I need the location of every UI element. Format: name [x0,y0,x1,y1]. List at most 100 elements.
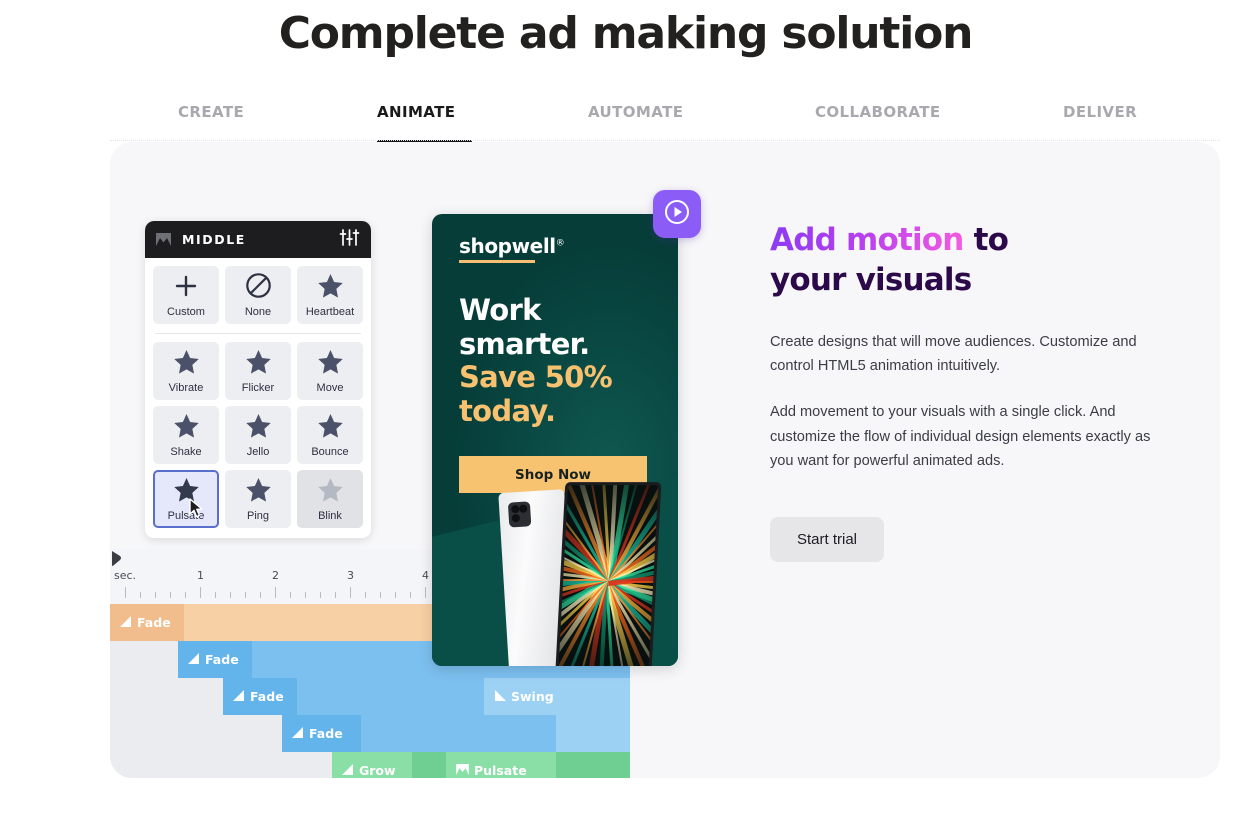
tablet-camera-module [507,501,532,528]
ad-headline-line-1: Work [459,293,541,327]
ruler-tick [260,592,261,598]
no-entry-icon [245,272,272,304]
fade-in-icon [292,726,304,741]
star-icon [317,349,344,380]
animation-option-jello[interactable]: Jello [225,406,291,464]
timeline-segment-body[interactable] [297,678,484,715]
animation-option-none[interactable]: None [225,266,291,324]
feature-copy: Add motion to your visuals Create design… [770,220,1170,563]
ruler-tick [170,592,171,598]
timeline-segment-fade[interactable]: Fade [282,715,361,752]
animation-option-bounce[interactable]: Bounce [297,406,363,464]
animation-option-vibrate[interactable]: Vibrate [153,342,219,400]
tab-automate[interactable]: automate [588,98,683,122]
ruler-tick [245,592,246,598]
animation-option-pulsate[interactable]: Pulsate [153,470,219,528]
pulsate-glyph-icon [156,233,171,246]
ruler-label-1: 1 [197,569,204,582]
mouse-cursor-icon [189,498,206,524]
panel-header: MIDDLE [145,221,371,258]
ruler-tick [230,592,231,598]
ruler-tick [425,587,426,598]
ruler-tick [320,592,321,598]
star-icon [173,413,200,444]
timeline-segment-body[interactable] [412,752,446,778]
timeline-track[interactable]: Fade [110,715,630,752]
feature-title-rest: to [963,222,1009,258]
timeline-segment-fade[interactable]: Fade [223,678,297,715]
timeline-segment-grow[interactable]: Grow [332,752,412,778]
tab-create[interactable]: create [178,98,244,122]
playhead-handle[interactable] [111,551,125,567]
ruler-tick [410,592,411,598]
ruler-tick [335,592,336,598]
feature-title: Add motion to your visuals [770,220,1170,301]
ad-creative-preview[interactable]: shopwell® Work smarter. Save 50% today. … [432,214,678,666]
fade-in-icon [188,652,200,667]
tablet-screen-artwork [557,485,659,666]
fade-in-icon [342,763,354,778]
timeline-segment-pulsate[interactable]: Pulsate [446,752,556,778]
tab-deliver[interactable]: deliver [1063,98,1137,122]
timeline-segment-body[interactable] [361,715,556,752]
ruler-label-2: 2 [272,569,279,582]
ad-headline-line-4: today. [459,393,556,428]
tab-divider [110,140,1220,141]
animation-option-flicker[interactable]: Flicker [225,342,291,400]
ruler-tick [350,587,351,598]
timeline-segment-label: Fade [250,689,284,704]
animation-option-heartbeat[interactable]: Heartbeat [297,266,363,324]
ad-brand-logo: shopwell® [459,234,565,258]
ruler-tick [275,587,276,598]
ruler-tick [185,592,186,598]
timeline-segment-fade[interactable]: Fade [110,604,184,641]
animation-option-ping[interactable]: Ping [225,470,291,528]
star-icon [317,477,344,508]
ruler-tick [290,592,291,598]
animation-option-label: Jello [246,445,270,458]
timeline-track[interactable]: Fade Swing [110,678,630,715]
timeline-segment-body[interactable] [556,715,630,752]
feature-title-accent: Add motion [770,222,964,258]
timeline-track[interactable]: Grow Pulsate [110,752,630,778]
animation-option-blink[interactable]: Blink [297,470,363,528]
feature-paragraph-1: Create designs that will move audiences.… [770,333,1137,374]
timeline-segment-fade[interactable]: Fade [178,641,252,678]
pulsate-glyph-icon [456,763,469,778]
panel-divider [155,333,361,334]
ruler-tick [395,592,396,598]
star-icon [317,413,344,444]
start-trial-button[interactable]: Start trial [770,517,885,563]
fade-out-icon [494,689,506,704]
animation-option-shake[interactable]: Shake [153,406,219,464]
animation-grid-primary: Custom None Heartbeat [153,266,363,324]
timeline-segment-body[interactable] [556,752,630,778]
timeline-segment-swing[interactable]: Swing [484,678,630,715]
ruler-tick [305,592,306,598]
play-circle-icon [663,198,691,231]
fade-in-icon [120,615,132,630]
animation-option-label: Vibrate [168,381,204,394]
ruler-tick [365,592,366,598]
animation-option-move[interactable]: Move [297,342,363,400]
ruler-tick [200,587,201,598]
star-icon [173,349,200,380]
ruler-tick [155,592,156,598]
star-icon [245,413,272,444]
panel-title: MIDDLE [182,232,246,247]
star-icon [245,477,272,508]
tab-animate[interactable]: animate [377,98,455,122]
animation-grid-list: Vibrate Flicker Move Shake Jello Bounce Pulsat… [153,342,363,528]
timeline-segment-label: Pulsate [474,763,527,778]
play-preview-button[interactable] [653,190,701,238]
page-title: Complete ad making solution [278,8,974,59]
animation-option-label: Blink [318,509,342,522]
ruler-label-3: 3 [347,569,354,582]
star-icon [317,273,344,304]
ruler-tick [125,587,126,598]
animation-option-label: Bounce [311,445,349,458]
tab-collaborate[interactable]: collaborate [815,98,941,122]
sliders-icon[interactable] [339,227,360,253]
animation-option-custom[interactable]: Custom [153,266,219,324]
animation-option-label: Ping [246,509,270,522]
